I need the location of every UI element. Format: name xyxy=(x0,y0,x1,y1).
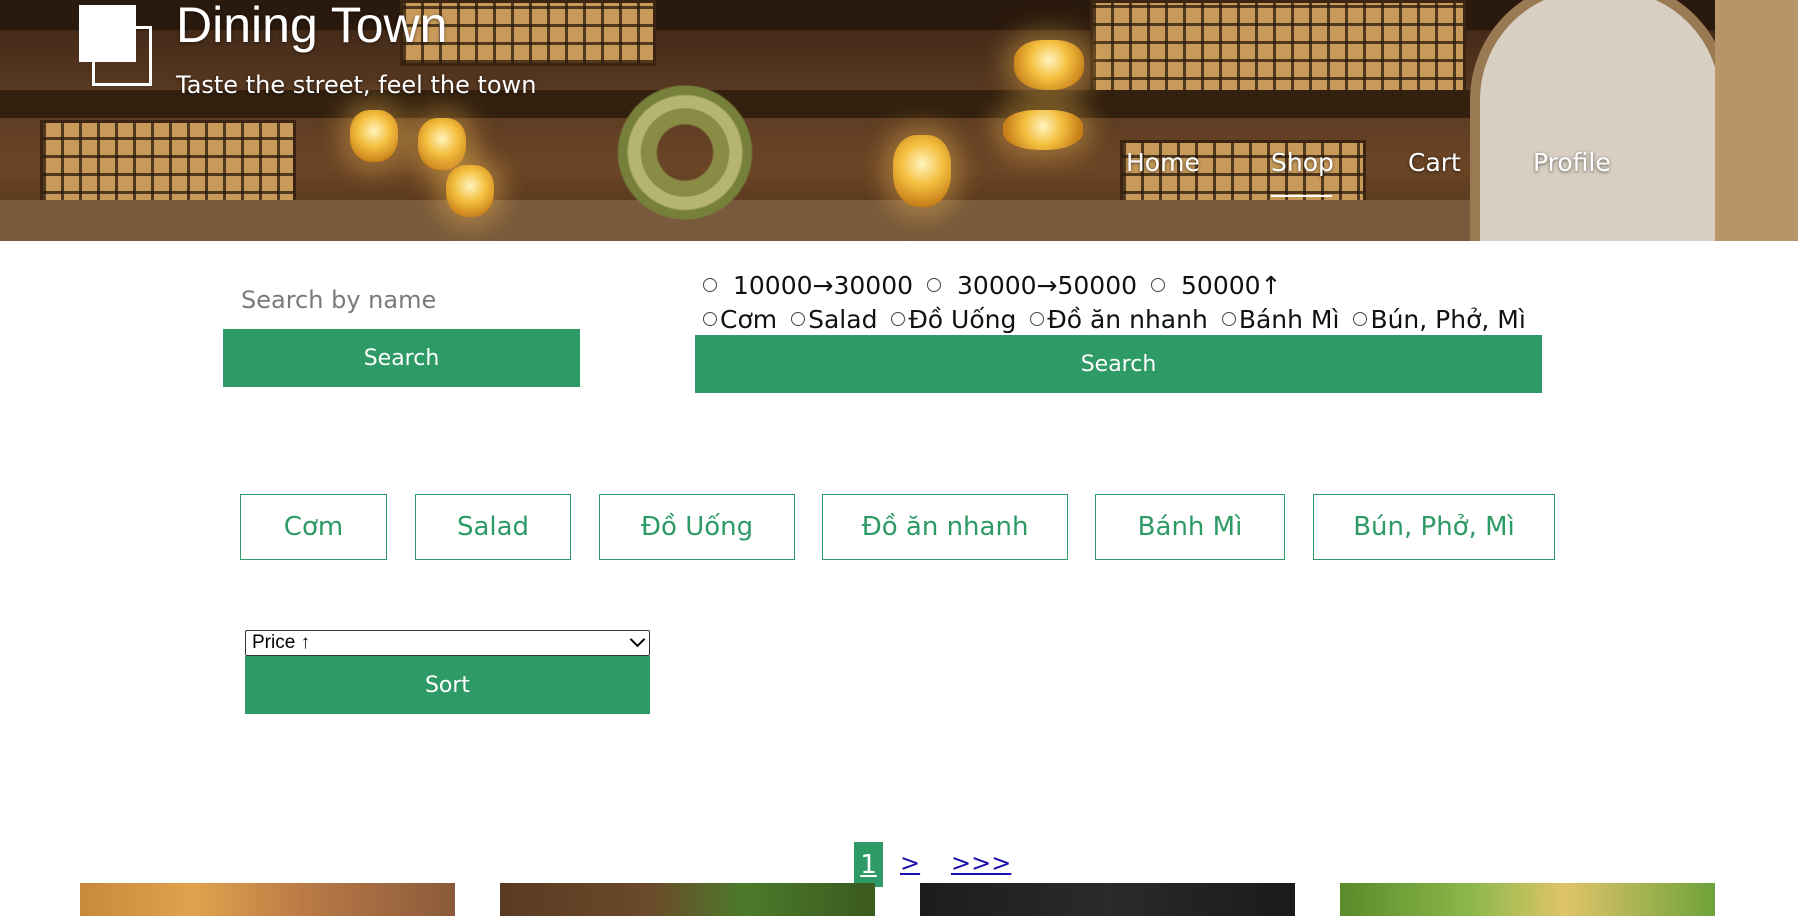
category-option-label: Salad xyxy=(808,304,878,334)
price-filter-row: 10000→30000 30000→50000 50000↑ xyxy=(703,269,1282,301)
category-button-banh-mi[interactable]: Bánh Mì xyxy=(1095,494,1285,560)
nav-active-indicator xyxy=(1271,195,1332,197)
product-thumbnail[interactable] xyxy=(920,883,1295,916)
product-thumbnail[interactable] xyxy=(500,883,875,916)
category-option[interactable]: Salad xyxy=(791,305,877,334)
site-tagline: Taste the street, feel the town xyxy=(176,71,537,99)
category-button-do-an-nhanh[interactable]: Đồ ăn nhanh xyxy=(822,494,1068,560)
page-last-link[interactable]: >>> xyxy=(951,849,1011,877)
lantern xyxy=(446,165,494,217)
nav-shop[interactable]: Shop xyxy=(1271,148,1334,178)
category-option[interactable]: Bánh Mì xyxy=(1221,304,1340,334)
logo-icon-outline xyxy=(92,26,152,86)
radio-button[interactable] xyxy=(703,312,717,326)
search-input[interactable] xyxy=(222,280,578,320)
category-option[interactable]: Đồ ăn nhanh xyxy=(1030,304,1208,334)
category-option[interactable]: Đồ Uống xyxy=(891,305,1016,334)
wall-panel xyxy=(1715,0,1798,241)
category-option-label: Cơm xyxy=(720,304,778,334)
price-option-label: 10000→30000 xyxy=(733,270,914,300)
category-filter-row: Cơm Salad Đồ Uống Đồ ăn nhanh Bánh Mì Bú… xyxy=(703,303,1526,335)
category-option[interactable]: Cơm xyxy=(703,305,777,334)
category-button-com[interactable]: Cơm xyxy=(240,494,387,560)
price-option-label: 30000→50000 xyxy=(957,270,1138,300)
price-option[interactable]: 50000↑ xyxy=(1151,270,1282,300)
radio-button[interactable] xyxy=(1151,278,1166,292)
nav-home[interactable]: Home xyxy=(1126,148,1200,178)
product-thumbnail[interactable] xyxy=(1340,883,1715,916)
category-option-label: Đồ Uống xyxy=(908,304,1017,334)
lantern xyxy=(418,118,466,170)
product-thumbnail[interactable] xyxy=(80,883,455,916)
page-current[interactable]: 1 xyxy=(854,842,883,887)
radio-button[interactable] xyxy=(1353,312,1368,326)
price-option[interactable]: 10000→30000 xyxy=(703,271,913,300)
nav-profile[interactable]: Profile xyxy=(1533,148,1611,178)
radio-button[interactable] xyxy=(891,312,906,326)
price-option[interactable]: 30000→50000 xyxy=(927,271,1137,300)
category-button-salad[interactable]: Salad xyxy=(415,494,571,560)
sort-button[interactable]: Sort xyxy=(245,656,650,714)
filter-search-button[interactable]: Search xyxy=(695,335,1542,393)
sort-select[interactable]: Price ↑ xyxy=(245,630,650,656)
category-option-label: Bánh Mì xyxy=(1238,304,1340,334)
arch-doorway xyxy=(1470,0,1730,241)
category-option[interactable]: Bún, Phở, Mì xyxy=(1353,304,1526,334)
search-button[interactable]: Search xyxy=(223,329,580,387)
site-title[interactable]: Dining Town xyxy=(176,0,447,54)
sort-selected-value: Price ↑ xyxy=(252,632,311,653)
radio-button[interactable] xyxy=(1221,312,1236,326)
price-option-label: 50000↑ xyxy=(1181,270,1282,300)
nav-cart[interactable]: Cart xyxy=(1408,148,1461,178)
radio-button[interactable] xyxy=(927,278,942,292)
lantern xyxy=(1003,110,1083,150)
lantern xyxy=(893,135,951,207)
category-button-bun-pho-mi[interactable]: Bún, Phở, Mì xyxy=(1313,494,1555,560)
lantern xyxy=(350,110,398,162)
wood-screen xyxy=(1090,0,1466,101)
chevron-down-icon xyxy=(629,631,646,648)
category-option-label: Bún, Phở, Mì xyxy=(1370,304,1526,334)
radio-button[interactable] xyxy=(1030,312,1045,326)
christmas-wreath xyxy=(615,85,755,220)
category-button-do-uong[interactable]: Đồ Uống xyxy=(599,494,795,560)
hero-banner: Dining Town Taste the street, feel the t… xyxy=(0,0,1798,241)
category-option-label: Đồ ăn nhanh xyxy=(1047,304,1208,334)
lantern xyxy=(1014,40,1084,90)
radio-button[interactable] xyxy=(703,278,717,292)
page-next-link[interactable]: > xyxy=(900,849,920,877)
radio-button[interactable] xyxy=(791,312,806,326)
